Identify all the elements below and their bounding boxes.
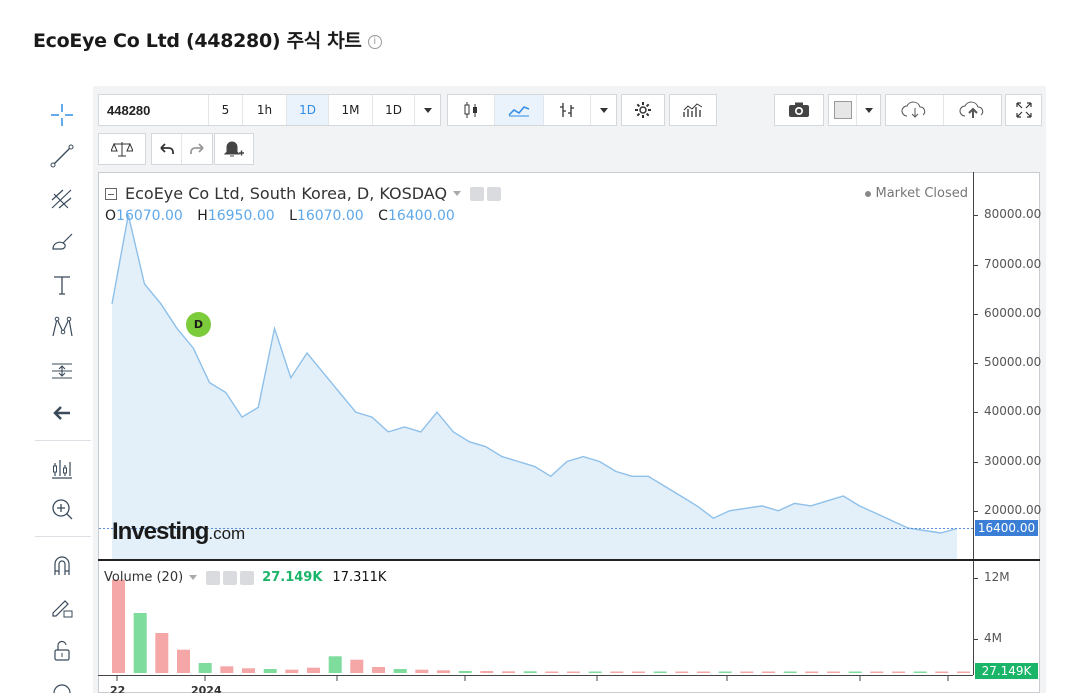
volume-bar xyxy=(827,671,840,673)
volume-bar xyxy=(740,671,754,673)
investing-logo: Investing.com xyxy=(112,518,245,546)
volume-bar xyxy=(892,671,905,673)
volume-bar xyxy=(675,671,689,673)
volume-bar xyxy=(523,671,537,673)
volume-bar xyxy=(588,671,602,673)
settings-small-icon[interactable] xyxy=(223,570,238,585)
volume-axis[interactable]: 12M 4M xyxy=(973,561,1040,675)
volume-bar xyxy=(415,669,429,673)
time-tick: 22 xyxy=(110,684,126,693)
price-tick: 40000.00 xyxy=(973,404,1042,418)
volume-title: Volume (20) xyxy=(104,570,184,585)
chevron-down-icon[interactable] xyxy=(453,191,462,196)
price-tick: 60000.00 xyxy=(973,306,1042,320)
volume-bar xyxy=(653,671,667,673)
volume-bar xyxy=(610,671,624,673)
price-area-fill xyxy=(112,215,957,559)
volume-bar xyxy=(112,579,125,673)
volume-bar xyxy=(848,671,862,673)
time-tick: 2024 xyxy=(191,684,222,693)
volume-tick: 12M xyxy=(974,570,1010,584)
dividend-marker[interactable]: D xyxy=(186,312,211,337)
chevron-down-icon[interactable] xyxy=(189,575,198,580)
volume-bar xyxy=(328,656,342,673)
logo-suffix: .com xyxy=(208,524,246,543)
volume-bar xyxy=(480,671,494,673)
volume-bar xyxy=(567,671,580,673)
close-label: C xyxy=(378,208,388,224)
volume-bar xyxy=(718,671,732,673)
close-icon[interactable] xyxy=(240,570,255,585)
volume-bar xyxy=(372,667,385,673)
volume-ma-value: 17.311K xyxy=(332,570,387,585)
high-value: 16950.00 xyxy=(207,208,275,224)
volume-bar xyxy=(935,671,949,673)
volume-bar xyxy=(762,671,775,673)
price-axis[interactable]: 80000.00 70000.00 60000.00 50000.00 4000… xyxy=(973,172,1042,560)
market-status: Market Closed xyxy=(864,186,969,201)
logo-brand: Investing xyxy=(112,518,209,545)
time-axis[interactable]: 22 2024 xyxy=(98,675,973,693)
volume-bar xyxy=(632,671,645,673)
open-label: O xyxy=(105,208,117,224)
price-tick: 20000.00 xyxy=(973,503,1042,517)
status-dot-icon xyxy=(864,190,871,197)
settings-small-icon[interactable] xyxy=(487,186,502,201)
high-label: H xyxy=(197,208,208,224)
volume-bar xyxy=(133,613,147,673)
price-tick: 80000.00 xyxy=(973,207,1042,221)
price-tick: 50000.00 xyxy=(973,355,1042,369)
volume-bar xyxy=(350,659,364,673)
open-value: 16070.00 xyxy=(116,208,183,224)
volume-bar xyxy=(437,670,450,673)
legend-title: EcoEye Co Ltd, South Korea, D, KOSDAQ xyxy=(125,184,448,203)
volume-bar xyxy=(870,671,884,673)
collapse-legend-icon[interactable] xyxy=(105,187,117,200)
last-price-label: 16400.00 xyxy=(975,520,1038,536)
volume-value: 27.149K xyxy=(262,570,323,585)
volume-tick: 4M xyxy=(974,631,1002,645)
volume-bar xyxy=(783,671,797,673)
volume-bar xyxy=(545,671,559,673)
market-status-text: Market Closed xyxy=(875,186,969,201)
volume-bar xyxy=(502,671,515,673)
chart-svg xyxy=(99,214,973,681)
volume-bar xyxy=(198,663,212,673)
last-volume-label: 27.149K xyxy=(975,663,1038,679)
price-tick: 30000.00 xyxy=(973,454,1042,468)
price-tick: 70000.00 xyxy=(973,257,1042,271)
volume-bar xyxy=(697,671,710,673)
volume-bars xyxy=(112,579,970,673)
volume-bar xyxy=(220,666,234,673)
volume-bar xyxy=(913,671,927,673)
volume-bar xyxy=(263,669,277,673)
close-value: 16400.00 xyxy=(387,208,455,224)
volume-bar xyxy=(177,649,190,673)
low-label: L xyxy=(289,208,297,224)
ohlc-values: O16070.00 H16950.00 L16070.00 C16400.00 xyxy=(105,208,465,224)
visibility-icon[interactable] xyxy=(470,186,485,201)
volume-bar xyxy=(393,669,407,673)
volume-bar xyxy=(307,667,320,673)
low-value: 16070.00 xyxy=(296,208,364,224)
volume-bar xyxy=(957,671,970,673)
pane-divider[interactable] xyxy=(98,559,1040,561)
volume-bar xyxy=(155,633,169,673)
volume-bar xyxy=(242,668,255,673)
chart-legend: EcoEye Co Ltd, South Korea, D, KOSDAQ xyxy=(105,184,502,203)
volume-bar xyxy=(805,671,819,673)
visibility-icon[interactable] xyxy=(206,570,221,585)
volume-legend: Volume (20) 27.149K 17.311K xyxy=(104,570,386,585)
volume-bar xyxy=(285,669,299,673)
volume-bar xyxy=(458,671,472,673)
